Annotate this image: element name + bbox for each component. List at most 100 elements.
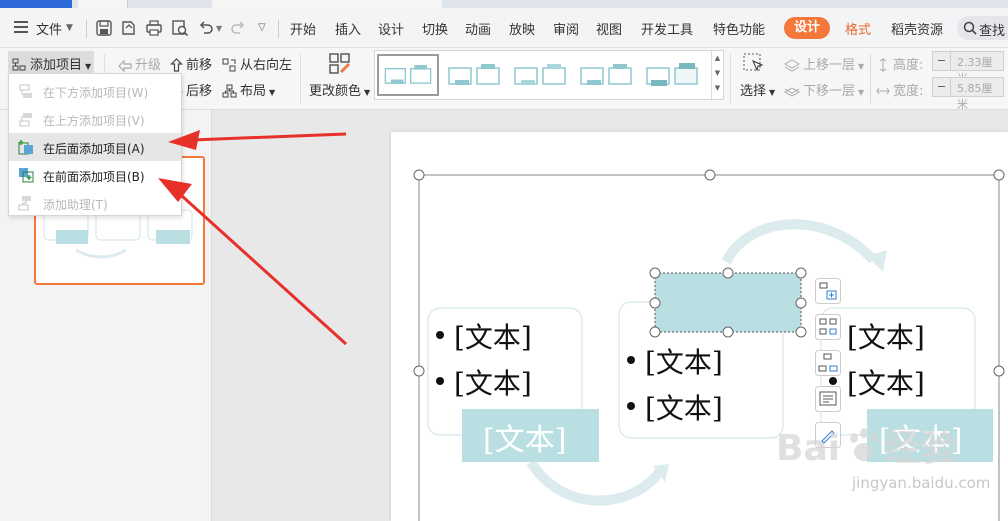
- cycle-arrow-bottom: [526, 459, 666, 506]
- tab-special-features[interactable]: 特色功能: [713, 19, 765, 38]
- right-to-left-icon: [222, 58, 236, 72]
- tab-docer-resources[interactable]: 稻壳资源: [891, 19, 943, 38]
- send-backward-button[interactable]: 下移一层 ▼: [783, 80, 865, 99]
- format-brush-icon[interactable]: [815, 422, 841, 448]
- style-thumbnail[interactable]: [443, 54, 505, 96]
- gallery-up-icon[interactable]: ▲: [712, 51, 723, 66]
- menu-item-add-assistant[interactable]: 添加助理(T): [9, 189, 181, 217]
- customize-toolbar-chevron-icon[interactable]: ▽: [258, 22, 266, 33]
- file-menu[interactable]: 文件: [36, 19, 62, 38]
- tab-format[interactable]: 格式: [845, 19, 871, 38]
- width-value: 5.85厘米: [957, 82, 993, 111]
- style-thumbnail-selected[interactable]: [377, 54, 439, 96]
- undo-dropdown-chevron-icon[interactable]: ▼: [216, 24, 222, 33]
- tab-slideshow[interactable]: 放映: [509, 19, 535, 38]
- bullet-text-3b[interactable]: [文本]: [847, 362, 925, 402]
- print-icon[interactable]: [145, 19, 163, 37]
- shape-handle[interactable]: [649, 297, 661, 309]
- add-shape-icon[interactable]: [815, 278, 841, 304]
- bullet-text-3a[interactable]: [文本]: [847, 316, 925, 356]
- window-tab[interactable]: [78, 0, 128, 8]
- tab-view[interactable]: 视图: [596, 19, 622, 38]
- resize-handle[interactable]: [993, 169, 1005, 181]
- width-decrement-button[interactable]: −: [933, 78, 951, 96]
- bullet-text-2b[interactable]: [文本]: [645, 387, 723, 427]
- undo-icon[interactable]: [197, 19, 215, 37]
- width-field[interactable]: −5.85厘米: [932, 77, 1004, 111]
- tab-home[interactable]: 开始: [290, 19, 316, 38]
- menu-item-add-after[interactable]: 在后面添加项目(A): [9, 133, 181, 161]
- print-preview-icon[interactable]: [171, 19, 189, 37]
- resize-handle[interactable]: [704, 169, 716, 181]
- layout-chevron-icon: ▼: [269, 88, 276, 97]
- tab-developer[interactable]: 开发工具: [641, 19, 693, 38]
- label-box-2-selected[interactable]: [654, 272, 802, 333]
- change-color-icon[interactable]: [328, 52, 352, 76]
- menu-item-add-before[interactable]: 在前面添加项目(B): [9, 161, 181, 189]
- bullet-text-2a[interactable]: [文本]: [645, 341, 723, 381]
- style-thumbnail[interactable]: [509, 54, 571, 96]
- bullet-text-1a[interactable]: [文本]: [454, 316, 532, 356]
- shape-handle[interactable]: [795, 297, 807, 309]
- export-icon[interactable]: [119, 19, 137, 37]
- label-text-1[interactable]: [文本]: [483, 415, 566, 459]
- redo-icon[interactable]: [229, 19, 247, 37]
- save-icon[interactable]: [95, 19, 113, 37]
- shape-handle[interactable]: [795, 267, 807, 279]
- search-box[interactable]: 查找: [957, 16, 1008, 40]
- hamburger-menu-icon[interactable]: [14, 21, 28, 33]
- menu-item-add-above[interactable]: 在上方添加项目(V): [9, 105, 181, 133]
- height-decrement-button[interactable]: −: [933, 52, 951, 70]
- move-forward-button[interactable]: 前移: [170, 54, 212, 73]
- select-pointer-icon[interactable]: [742, 52, 766, 76]
- tab-review[interactable]: 审阅: [553, 19, 579, 38]
- upgrade-button[interactable]: 升级: [118, 54, 161, 73]
- bring-forward-button[interactable]: 上移一层 ▼: [783, 54, 864, 73]
- send-backward-label: 下移一层: [803, 84, 856, 99]
- shape-handle[interactable]: [649, 326, 661, 338]
- right-to-left-button[interactable]: 从右向左: [222, 54, 292, 73]
- tab-smartart-design[interactable]: 设计: [784, 17, 830, 39]
- select-button[interactable]: 选择 ▼: [740, 80, 775, 99]
- resize-handle[interactable]: [993, 365, 1005, 377]
- smartart-style-gallery: ▲ ▼ ▼: [374, 50, 724, 100]
- gallery-more-icon[interactable]: ▼: [712, 81, 723, 96]
- window-tab-document[interactable]: [212, 0, 442, 8]
- tab-transitions[interactable]: 切换: [422, 19, 448, 38]
- menu-bar: 文件 ▼ ▼ ▽ 开始 插入 设计 切换 动画 放映 审阅 视图 开发工具 特色…: [0, 8, 1008, 48]
- menu-item-add-above-label: 在上方添加项目(V): [43, 114, 145, 128]
- layout-button[interactable]: 布局 ▼: [222, 80, 275, 99]
- text-pane-icon[interactable]: [815, 386, 841, 412]
- shape-handle[interactable]: [795, 326, 807, 338]
- add-item-chevron-icon: ▼: [85, 62, 92, 71]
- upgrade-label: 升级: [135, 58, 162, 73]
- shape-handle[interactable]: [722, 267, 734, 279]
- add-assistant-icon: [18, 196, 31, 211]
- height-field[interactable]: −2.33厘米: [932, 51, 1004, 85]
- tab-animations[interactable]: 动画: [465, 19, 491, 38]
- move-forward-label: 前移: [186, 58, 213, 73]
- tab-design[interactable]: 设计: [378, 19, 404, 38]
- shape-handle[interactable]: [649, 267, 661, 279]
- gallery-down-icon[interactable]: ▼: [712, 66, 723, 81]
- tab-insert[interactable]: 插入: [335, 19, 361, 38]
- style-thumbnail[interactable]: [575, 54, 637, 96]
- move-up-arrow-icon: [170, 58, 183, 72]
- gallery-scroll[interactable]: ▲ ▼ ▼: [711, 51, 723, 99]
- add-item-button[interactable]: 添加项目 ▼: [12, 54, 91, 73]
- window-tab-active[interactable]: [0, 0, 72, 8]
- arrange-icon[interactable]: [815, 350, 841, 376]
- shape-handle[interactable]: [722, 326, 734, 338]
- change-color-button[interactable]: 更改颜色 ▼: [309, 80, 370, 99]
- send-backward-chevron-icon: ▼: [858, 88, 865, 97]
- label-text-3[interactable]: [文本]: [879, 415, 962, 459]
- resize-handle[interactable]: [413, 169, 425, 181]
- resize-handle[interactable]: [413, 365, 425, 377]
- slide[interactable]: [文本] [文本] [文本] [文本] [文本] [文本] [文本] [文本]: [391, 132, 1008, 521]
- file-menu-chevron-icon[interactable]: ▼: [66, 23, 73, 33]
- style-thumbnail[interactable]: [641, 54, 703, 96]
- menu-item-add-below[interactable]: 在下方添加项目(W): [9, 77, 181, 105]
- bullet-text-1b[interactable]: [文本]: [454, 362, 532, 402]
- change-color-label: 更改颜色: [309, 84, 362, 99]
- change-layout-icon[interactable]: [815, 314, 841, 340]
